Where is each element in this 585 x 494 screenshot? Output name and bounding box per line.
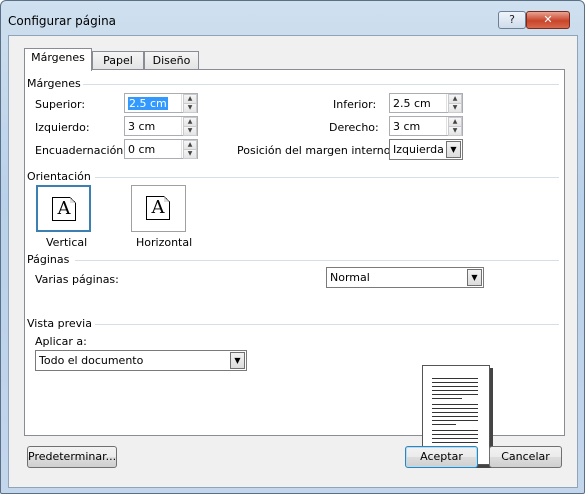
aplicar-value: Todo el documento [39, 354, 144, 367]
aplicar-label: Aplicar a: [35, 335, 87, 348]
izquierdo-down-arrow-icon[interactable]: ▼ [183, 126, 197, 136]
superior-spinner[interactable]: 2.5 cm ▲ ▼ [124, 93, 198, 113]
help-button[interactable]: ? [498, 11, 526, 29]
posicion-value: Izquierda [393, 143, 444, 156]
pages-section-label: Páginas [27, 253, 70, 266]
superior-label: Superior: [35, 98, 86, 111]
chevron-down-icon[interactable]: ▼ [446, 141, 461, 158]
orientation-separator [95, 177, 559, 178]
encuadernacion-spinner[interactable]: 0 cm ▲ ▼ [124, 139, 198, 159]
portrait-page-icon: A [52, 197, 76, 221]
encuadernacion-down-arrow-icon[interactable]: ▼ [183, 149, 197, 159]
varias-paginas-label: Varias páginas: [35, 273, 119, 286]
tab-panel-margenes: Márgenes Superior: 2.5 cm ▲ ▼ Izquierdo: … [24, 69, 565, 465]
superior-down-arrow-icon[interactable]: ▼ [183, 103, 197, 113]
varias-paginas-value: Normal [330, 271, 370, 284]
chevron-down-icon[interactable]: ▼ [230, 352, 245, 369]
chevron-down-icon[interactable]: ▼ [467, 269, 482, 286]
varias-paginas-select[interactable]: Normal ▼ [326, 267, 484, 288]
vertical-label: Vertical [46, 236, 88, 249]
izquierdo-label: Izquierdo: [35, 121, 90, 134]
inferior-value[interactable]: 2.5 cm [393, 97, 431, 110]
orientation-section-label: Orientación [27, 170, 91, 183]
inferior-down-arrow-icon[interactable]: ▼ [448, 103, 462, 113]
tab-margenes[interactable]: Márgenes [24, 48, 92, 71]
inferior-spinner[interactable]: 2.5 cm ▲ ▼ [389, 93, 463, 113]
margins-section-label: Márgenes [27, 77, 81, 90]
tab-papel[interactable]: Papel [92, 51, 144, 70]
posicion-label: Posición del margen interno: [237, 144, 395, 157]
encuadernacion-value[interactable]: 0 cm [128, 143, 155, 156]
cancelar-button[interactable]: Cancelar [489, 446, 562, 468]
encuadernacion-label: Encuadernación: [35, 144, 127, 157]
preview-separator [95, 324, 559, 325]
superior-value[interactable]: 2.5 cm [128, 97, 168, 110]
inferior-label: Inferior: [333, 98, 377, 111]
horizontal-label: Horizontal [136, 236, 193, 249]
dialog-title: Configurar página [8, 14, 117, 28]
preview-section-label: Vista previa [27, 317, 92, 330]
tab-diseno[interactable]: Diseño [144, 51, 199, 70]
aceptar-button[interactable]: Aceptar [405, 446, 478, 468]
derecho-label: Derecho: [329, 121, 379, 134]
predeterminar-button[interactable]: Predeterminar... [27, 446, 117, 468]
izquierdo-spinner[interactable]: 3 cm ▲ ▼ [124, 116, 198, 136]
pages-separator [75, 260, 559, 261]
derecho-down-arrow-icon[interactable]: ▼ [448, 126, 462, 136]
margins-separator [83, 84, 559, 85]
aplicar-select[interactable]: Todo el documento ▼ [35, 350, 247, 371]
derecho-value[interactable]: 3 cm [393, 120, 420, 133]
page-setup-dialog: Configurar página ? ✕ Márgenes Papel Dis… [0, 0, 585, 494]
izquierdo-value[interactable]: 3 cm [128, 120, 155, 133]
horizontal-orientation-button[interactable]: A [131, 185, 186, 232]
derecho-spinner[interactable]: 3 cm ▲ ▼ [389, 116, 463, 136]
close-button[interactable]: ✕ [526, 11, 570, 29]
vertical-orientation-button[interactable]: A [36, 185, 91, 232]
posicion-select[interactable]: Izquierda ▼ [389, 139, 463, 160]
title-bar[interactable]: Configurar página ? ✕ [1, 1, 584, 35]
landscape-page-icon: A [146, 196, 170, 220]
dialog-client: Márgenes Papel Diseño Márgenes Superior:… [8, 35, 578, 488]
